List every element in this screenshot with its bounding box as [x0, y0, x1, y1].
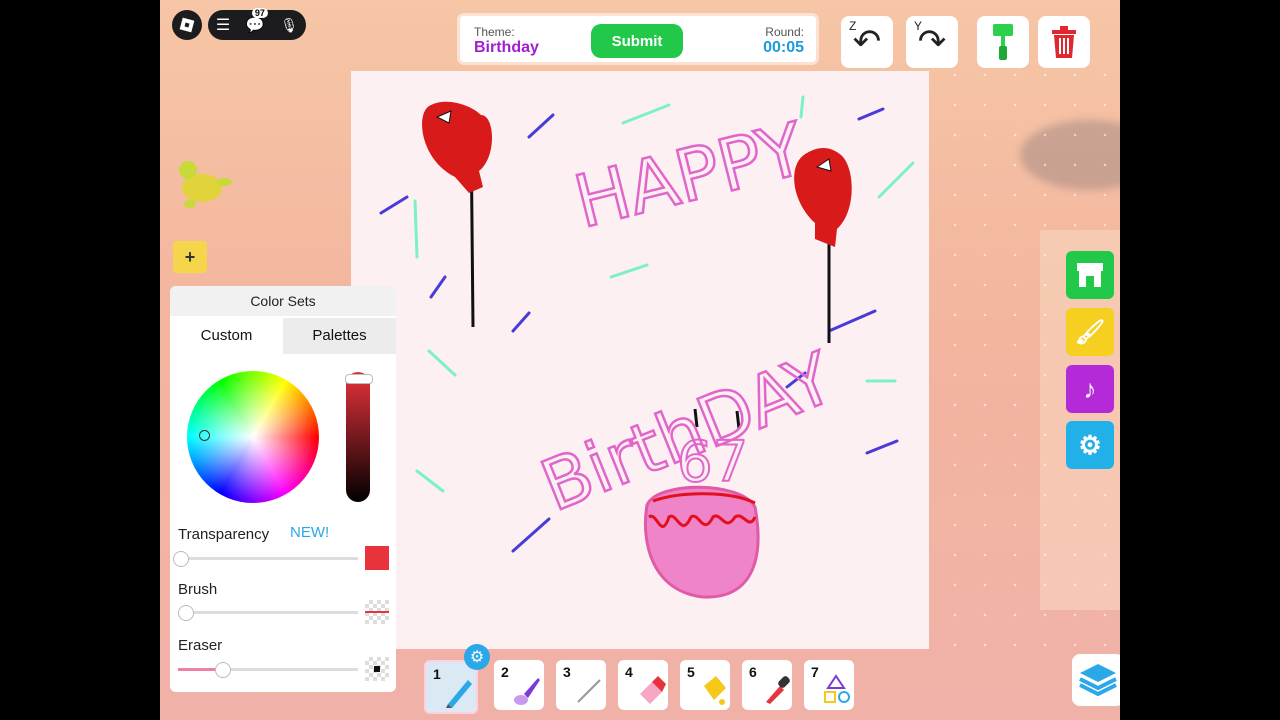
layers-button[interactable]	[1072, 654, 1120, 706]
roblox-topbar-menu: ☰ 💬 97 🎙	[208, 8, 306, 40]
clear-canvas-button[interactable]	[1038, 16, 1090, 68]
shop-button[interactable]	[1066, 251, 1114, 299]
settings-button[interactable]: ⚙	[1066, 421, 1114, 469]
transparency-slider-knob[interactable]	[173, 551, 189, 567]
microphone-muted-icon[interactable]: 🎙	[280, 17, 298, 34]
music-icon: ♪	[1083, 373, 1097, 404]
canvas-happy-text: HAPPY	[566, 106, 813, 244]
tool-slot-number: 5	[687, 664, 695, 680]
new-tag: NEW!	[290, 524, 330, 541]
tool-slot-5[interactable]: 5	[680, 660, 730, 710]
round-label: Round:	[765, 25, 804, 39]
color-sets-title: Color Sets	[170, 286, 396, 316]
theme-round-bar: Theme: Birthday Submit Round: 00:05	[460, 16, 816, 62]
eraser-size-slider[interactable]	[178, 668, 358, 671]
roblox-menu-button[interactable]	[172, 10, 202, 40]
eraser-preview	[365, 657, 389, 681]
layers-icon	[1079, 664, 1117, 697]
game-viewport: ☰ 💬 97 🎙 Theme: Birthday Submit Round: 00…	[160, 0, 1120, 720]
paintbrush-icon	[514, 678, 540, 705]
brightness-slider-knob[interactable]	[345, 374, 373, 384]
tool-slot-number: 7	[811, 664, 819, 680]
tool-slot-number: 3	[563, 664, 571, 680]
shop-icon	[1077, 263, 1103, 287]
settings-icon: ⚙	[1078, 429, 1102, 460]
brush-size-slider-knob[interactable]	[178, 605, 194, 621]
notification-badge: 97	[251, 8, 268, 18]
eraser-size-slider-knob[interactable]	[215, 662, 231, 678]
undo-shortcut: Z	[849, 19, 857, 33]
tool-slot-6[interactable]: 6	[742, 660, 792, 710]
tab-custom[interactable]: Custom	[170, 318, 283, 354]
add-button[interactable]: +	[173, 241, 207, 273]
tool-slot-number: 6	[749, 664, 757, 680]
music-button[interactable]: ♪	[1066, 365, 1114, 413]
brush-preview	[365, 600, 389, 624]
tool-slot-4[interactable]: 4	[618, 660, 668, 710]
chat-icon[interactable]: 💬 97	[246, 8, 268, 34]
eyedropper-icon	[766, 676, 790, 704]
line-tool-icon	[577, 679, 601, 703]
turtle-pet-icon	[179, 161, 232, 208]
shapes-icon	[824, 674, 850, 703]
hamburger-menu-icon[interactable]: ☰	[216, 15, 230, 35]
tab-palettes[interactable]: Palettes	[283, 318, 396, 354]
redo-button[interactable]: Y ↷	[906, 16, 958, 68]
submit-button[interactable]: Submit	[591, 24, 683, 58]
tool-settings-icon[interactable]: ⚙	[464, 644, 490, 670]
brush-color-button[interactable]	[977, 16, 1029, 68]
paint-plus-icon: 🖌	[1074, 318, 1106, 346]
fill-bucket-icon	[704, 676, 726, 705]
round-timer: 00:05	[763, 39, 804, 56]
tool-slot-number: 1	[433, 666, 441, 682]
transparency-slider[interactable]	[178, 557, 358, 560]
tool-slot-3[interactable]: 3	[556, 660, 606, 710]
eraser-icon	[640, 676, 666, 704]
brush-label: Brush	[178, 581, 218, 598]
transparency-label: Transparency	[178, 526, 270, 543]
paint-plus-button[interactable]: 🖌	[1066, 308, 1114, 356]
paint-roller-icon	[993, 24, 1013, 60]
tool-slot-7[interactable]: 7	[804, 660, 854, 710]
theme-label: Theme:	[474, 25, 515, 39]
cake-number-text: 67	[677, 430, 748, 495]
current-color-swatch	[365, 546, 389, 570]
roblox-logo-icon	[179, 17, 195, 33]
tool-slot-2[interactable]: 2	[494, 660, 544, 710]
pencil-icon	[446, 680, 472, 708]
color-sets-panel: Color Sets Custom Palettes Transparency …	[170, 286, 396, 692]
brightness-slider[interactable]	[346, 372, 370, 502]
color-wheel-cursor[interactable]	[199, 430, 210, 441]
undo-button[interactable]: Z ↶	[841, 16, 893, 68]
redo-icon: ↷	[917, 23, 947, 61]
eraser-label: Eraser	[178, 637, 223, 654]
drawing-canvas[interactable]: HAPPY BirthDAY 67	[351, 71, 929, 649]
trash-icon	[1052, 26, 1076, 58]
background-dots	[940, 60, 1120, 660]
theme-value: Birthday	[474, 39, 539, 56]
drawing-artwork: HAPPY BirthDAY 67	[379, 95, 915, 599]
undo-icon: ↶	[852, 23, 882, 61]
brush-size-slider[interactable]	[178, 611, 358, 614]
tool-slot-number: 4	[625, 664, 633, 680]
tool-slot-number: 2	[501, 664, 509, 680]
redo-shortcut: Y	[914, 19, 923, 33]
